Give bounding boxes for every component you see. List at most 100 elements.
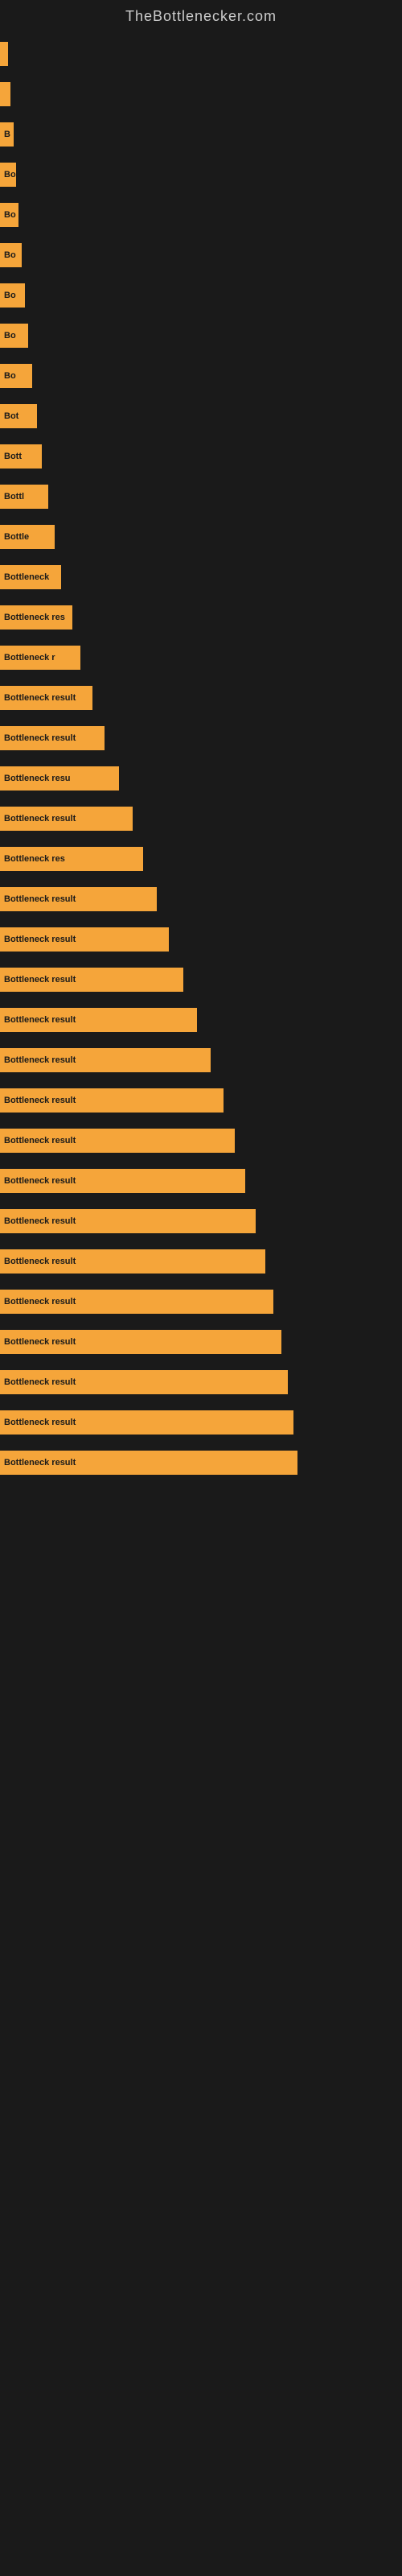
bar-row: Bottleneck result: [0, 1245, 402, 1278]
bar-item: Bottleneck result: [0, 1451, 297, 1475]
bar-row: Bottleneck result: [0, 721, 402, 755]
bar-row: Bo: [0, 158, 402, 192]
bar-label: Bo: [4, 170, 16, 180]
bar-label: Bottleneck result: [4, 1096, 76, 1105]
bar-row: Bottleneck res: [0, 601, 402, 634]
bar-item: Bottleneck: [0, 565, 61, 589]
bar-label: B: [4, 130, 10, 139]
bar-item: Bo: [0, 243, 22, 267]
bar-item: Bottleneck result: [0, 1008, 197, 1032]
bar-row: Bottleneck result: [0, 1406, 402, 1439]
bar-item: Bottleneck result: [0, 927, 169, 952]
bar-row: Bo: [0, 279, 402, 312]
bar-row: Bottleneck res: [0, 842, 402, 876]
bar-item: Bo: [0, 364, 32, 388]
bar-label: Bottleneck result: [4, 1297, 76, 1307]
bar-row: [0, 77, 402, 111]
bar-row: Bottleneck result: [0, 802, 402, 836]
site-title: TheBottlenecker.com: [0, 0, 402, 37]
bar-row: Bottleneck result: [0, 963, 402, 997]
bar-label: Bottleneck result: [4, 1176, 76, 1186]
bar-label: Bottleneck result: [4, 814, 76, 824]
bar-row: Bottleneck result: [0, 1003, 402, 1037]
bar-row: Bo: [0, 238, 402, 272]
bar-row: Bo: [0, 319, 402, 353]
bar-row: Bottleneck result: [0, 1204, 402, 1238]
bar-item: Bottl: [0, 485, 48, 509]
bar-row: Bottleneck result: [0, 923, 402, 956]
bar-item: Bottleneck result: [0, 1209, 256, 1233]
bar-label: Bo: [4, 371, 16, 381]
bar-row: Bottleneck result: [0, 1446, 402, 1480]
bar-row: Bottleneck result: [0, 1084, 402, 1117]
bar-label: Bottleneck result: [4, 1257, 76, 1266]
bar-label: Bottleneck result: [4, 1418, 76, 1427]
bar-row: Bott: [0, 440, 402, 473]
bar-item: Bottleneck res: [0, 605, 72, 630]
bar-item: Bottleneck result: [0, 1370, 288, 1394]
bar-item: Bottleneck res: [0, 847, 143, 871]
bar-item: Bottleneck result: [0, 887, 157, 911]
bar-item: Bottleneck result: [0, 726, 105, 750]
bar-label: Bottleneck result: [4, 1015, 76, 1025]
bar-label: Bottleneck result: [4, 935, 76, 944]
bar-label: Bo: [4, 250, 16, 260]
bar-item: [0, 42, 8, 66]
bar-item: Bottleneck result: [0, 686, 92, 710]
bar-label: Bottleneck result: [4, 1377, 76, 1387]
bar-row: Bottleneck result: [0, 1285, 402, 1319]
bar-item: B: [0, 122, 14, 147]
bar-item: Bott: [0, 444, 42, 469]
bar-row: Bottleneck r: [0, 641, 402, 675]
bar-label: Bo: [4, 210, 16, 220]
bar-item: Bottleneck result: [0, 1410, 293, 1435]
bar-item: Bottleneck result: [0, 1129, 235, 1153]
bar-label: Bottleneck: [4, 572, 49, 582]
bar-label: Bottleneck result: [4, 733, 76, 743]
bar-label: Bottleneck result: [4, 975, 76, 985]
bar-item: Bottleneck result: [0, 968, 183, 992]
bar-row: Bottleneck result: [0, 1043, 402, 1077]
bar-row: Bottleneck: [0, 560, 402, 594]
bar-item: Bottleneck result: [0, 1088, 224, 1113]
bar-item: Bo: [0, 283, 25, 308]
bar-label: Bottleneck result: [4, 894, 76, 904]
bar-row: Bot: [0, 399, 402, 433]
bar-label: Bottleneck resu: [4, 774, 71, 783]
bar-row: B: [0, 118, 402, 151]
bar-item: Bottleneck result: [0, 1290, 273, 1314]
bar-label: Bottleneck result: [4, 693, 76, 703]
bar-label: Bo: [4, 291, 16, 300]
bar-item: Bottleneck resu: [0, 766, 119, 791]
bar-item: Bottle: [0, 525, 55, 549]
bar-row: Bottleneck result: [0, 681, 402, 715]
bar-row: Bottl: [0, 480, 402, 514]
bar-row: Bottleneck result: [0, 1365, 402, 1399]
bar-item: Bo: [0, 324, 28, 348]
bar-item: Bo: [0, 203, 18, 227]
bar-row: Bottleneck result: [0, 882, 402, 916]
bar-label: Bottleneck res: [4, 613, 65, 622]
bar-label: Bottleneck result: [4, 1055, 76, 1065]
bar-item: Bot: [0, 404, 37, 428]
bar-row: Bottleneck result: [0, 1325, 402, 1359]
bar-label: Bottleneck res: [4, 854, 65, 864]
bar-item: [0, 82, 10, 106]
bar-label: Bottleneck result: [4, 1337, 76, 1347]
bar-item: Bottleneck result: [0, 1330, 281, 1354]
bar-label: Bottleneck result: [4, 1458, 76, 1468]
bar-label: Bott: [4, 452, 22, 461]
bar-item: Bottleneck result: [0, 1048, 211, 1072]
bar-item: Bottleneck result: [0, 1169, 245, 1193]
bar-row: Bottle: [0, 520, 402, 554]
bars-container: B Bo Bo Bo Bo Bo Bo Bot Bott Bottl Bottle Bottlenec…: [0, 37, 402, 1502]
bar-label: Bottle: [4, 532, 29, 542]
bar-row: Bottleneck result: [0, 1124, 402, 1158]
bar-label: Bottleneck result: [4, 1216, 76, 1226]
bar-row: Bottleneck resu: [0, 762, 402, 795]
bar-label: Bot: [4, 411, 18, 421]
bar-label: Bo: [4, 331, 16, 341]
bar-row: Bottleneck result: [0, 1164, 402, 1198]
bar-label: Bottleneck result: [4, 1136, 76, 1146]
bar-item: Bo: [0, 163, 16, 187]
